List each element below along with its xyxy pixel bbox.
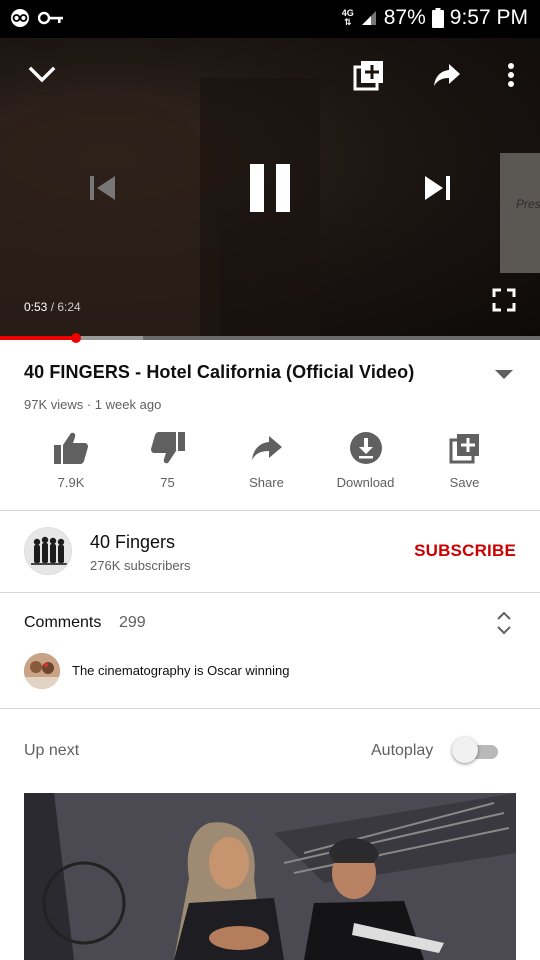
more-options-button[interactable] [498,60,524,90]
more-vert-icon [508,63,514,87]
thumbs-down-icon [150,432,185,464]
skip-next-icon [425,176,450,200]
fullscreen-button[interactable] [490,286,518,314]
save-button[interactable]: Save [415,428,514,494]
share-action-button[interactable]: Share [217,428,316,494]
dislike-count: 75 [160,475,175,490]
time-separator: / [47,300,58,314]
download-icon [349,432,382,464]
time-display: 0:53 / 6:24 [24,300,81,314]
signal-icon [361,11,376,25]
progress-bar[interactable] [0,333,540,343]
like-button[interactable]: 7.9K [24,428,118,494]
autoplay-label: Autoplay [371,742,434,759]
save-label: Save [449,475,480,490]
network-type: 4G ⇅ [341,8,354,27]
autoplay-toggle-thumb [452,737,478,763]
add-to-playlist-icon [353,61,383,91]
download-button[interactable]: Download [316,428,415,494]
download-label: Download [336,475,395,490]
divider [0,708,540,709]
status-left-icons [8,8,64,28]
comments-title[interactable]: Comments [24,614,101,632]
channel-subscribers: 276K subscribers [90,558,191,573]
status-right: 4G ⇅ 87% 9:57 PM [342,6,528,30]
comments-count: 299 [119,614,146,631]
top-comment-text: The cinematography is Oscar winning [72,663,290,678]
previous-button[interactable] [84,170,120,206]
add-to-playlist-icon [449,434,479,464]
thumbs-up-icon [54,432,88,464]
fullscreen-icon [492,288,516,312]
subscribe-button[interactable]: SUBSCRIBE [414,541,516,561]
chevron-down-icon [28,66,56,83]
action-bar: 7.9K 75 Share Download Save [24,428,516,494]
video-frame-sign: Pres [500,153,540,273]
expand-description-icon[interactable] [495,370,513,379]
divider [0,592,540,593]
channel-avatar[interactable] [24,527,72,575]
pause-button[interactable] [246,160,294,216]
vpn-key-icon [38,11,63,25]
up-next-video-thumbnail[interactable] [24,793,516,960]
battery-percent: 87% [383,6,426,29]
share-label: Share [249,475,284,490]
pause-icon [250,164,290,212]
share-icon [434,64,460,86]
channel-avatar-image [25,528,71,574]
duration: 6:24 [57,300,81,314]
share-button[interactable] [430,60,464,90]
dislike-button[interactable]: 75 [118,428,217,494]
commenter-avatar [24,653,60,689]
video-player[interactable]: Pres 0:53 / 6:24 [0,38,540,338]
like-count: 7.9K [57,475,85,490]
channel-name[interactable]: 40 Fingers [90,532,175,553]
progress-played [0,336,76,340]
progress-scrubber[interactable] [70,333,81,343]
video-meta: 97K views · 1 week ago [24,397,162,412]
next-button[interactable] [420,170,456,206]
video-title: 40 FINGERS - Hotel California (Official … [24,362,415,382]
share-icon [251,436,282,460]
add-to-playlist-button[interactable] [352,58,386,92]
notification-app-icon [11,9,29,27]
minimize-button[interactable] [24,60,60,90]
current-time: 0:53 [24,300,48,314]
autoplay-toggle[interactable] [452,737,500,763]
up-next-thumbnail-image [24,793,516,960]
divider [0,510,540,511]
status-bar: 4G ⇅ 87% 9:57 PM [0,0,540,38]
clock: 9:57 PM [449,6,528,29]
commenter-avatar-image [24,653,60,689]
skip-previous-icon [90,176,115,200]
expand-comments-button[interactable] [496,610,512,641]
battery-icon [431,8,444,28]
up-next-title: Up next [24,742,80,759]
unfold-icon [497,611,511,635]
